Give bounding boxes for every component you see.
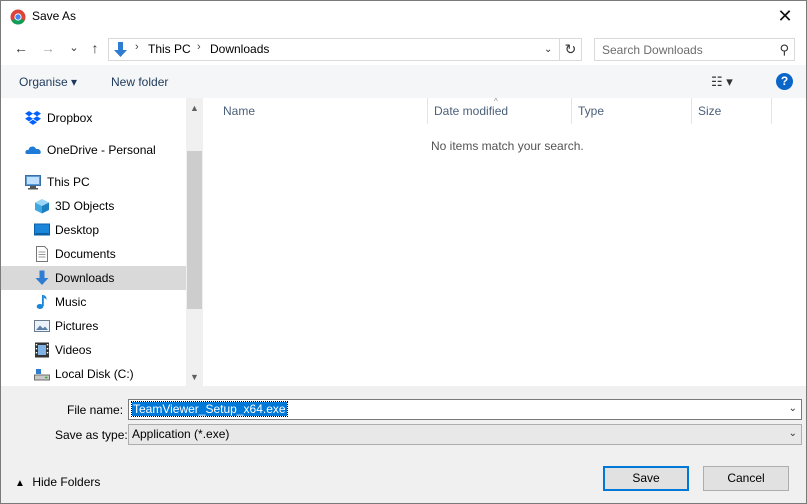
navigation-bar: ← → ⌄ ↑ › This PC › Downloads ⌄ ↻ Search… [1, 32, 806, 65]
column-header-type[interactable]: Type [572, 98, 692, 124]
empty-message: No items match your search. [431, 139, 584, 153]
file-list: Name ^ Date modified Type Size No items … [203, 97, 806, 386]
cube-icon [35, 199, 49, 214]
sidebar-item-pictures[interactable]: Pictures [1, 314, 186, 338]
drive-icon [34, 369, 50, 381]
sidebar-item-label: Local Disk (C:) [55, 367, 134, 381]
title-bar: Save As ✕ [1, 1, 806, 32]
view-options-icon[interactable]: ☷ ▾ [711, 74, 733, 90]
new-folder-button[interactable]: New folder [111, 75, 168, 89]
sidebar-item-label: Desktop [55, 223, 100, 237]
file-name-value: TeamViewer_Setup_x64.exe [131, 401, 288, 417]
pictures-icon [34, 320, 50, 332]
save-type-value: Application (*.exe) [132, 427, 230, 441]
navigation-pane-scrollbar[interactable]: ▲ ▼ [186, 98, 203, 386]
back-arrow-icon[interactable]: ← [11, 38, 31, 58]
navigation-pane: Dropbox OneDrive - Personal This PC 3D O… [1, 98, 186, 386]
file-name-label: File name: [67, 403, 124, 417]
computer-icon [25, 175, 41, 190]
sidebar-item-music[interactable]: Music [1, 290, 186, 314]
sidebar-item-label: Dropbox [47, 111, 93, 125]
sidebar-item-downloads[interactable]: Downloads [1, 266, 186, 290]
sidebar-item-3d-objects[interactable]: 3D Objects [1, 194, 186, 218]
recent-locations-chevron-icon[interactable]: ⌄ [64, 38, 84, 58]
scroll-down-icon[interactable]: ▼ [188, 370, 201, 384]
chevron-up-icon: ▲ [15, 478, 25, 489]
column-header-date-modified[interactable]: ^ Date modified [428, 97, 572, 124]
column-label: Size [698, 104, 722, 118]
breadcrumb-this-pc[interactable]: This PC [148, 42, 191, 56]
hide-folders-label: Hide Folders [32, 475, 101, 489]
file-name-dropdown-chevron-icon[interactable]: ⌄ [789, 403, 797, 414]
search-input[interactable]: Search Downloads ⚲ [594, 38, 795, 61]
sidebar-item-label: Documents [55, 247, 116, 261]
cancel-button[interactable]: Cancel [703, 466, 789, 491]
videos-icon [35, 342, 49, 358]
sidebar-item-onedrive[interactable]: OneDrive - Personal [1, 138, 186, 162]
file-name-input[interactable]: TeamViewer_Setup_x64.exe ⌄ [128, 399, 802, 420]
desktop-icon [34, 223, 50, 236]
save-as-dialog: Save As ✕ ← → ⌄ ↑ › This PC › Downloads … [0, 0, 807, 504]
window-title: Save As [32, 9, 77, 23]
address-bar[interactable]: › This PC › Downloads ⌄ [108, 38, 560, 61]
sidebar-item-videos[interactable]: Videos [1, 338, 186, 362]
chrome-icon [10, 9, 26, 25]
scroll-up-icon[interactable]: ▲ [188, 101, 201, 115]
save-type-label: Save as type: [55, 428, 128, 442]
search-placeholder: Search Downloads [602, 43, 703, 57]
address-dropdown-chevron-icon[interactable]: ⌄ [544, 44, 552, 55]
dropbox-icon [25, 111, 41, 125]
onedrive-icon [25, 146, 41, 154]
sidebar-item-label: This PC [47, 175, 90, 189]
sidebar-item-label: Pictures [55, 319, 99, 333]
up-arrow-icon[interactable]: ↑ [85, 38, 105, 58]
column-label: Name [223, 104, 256, 118]
music-icon [36, 295, 47, 309]
sidebar-item-label: Music [55, 295, 87, 309]
save-options-panel: File name: TeamViewer_Setup_x64.exe ⌄ Sa… [1, 386, 806, 503]
command-toolbar: Organise ▾ New folder ☷ ▾ ? [1, 65, 806, 98]
close-icon[interactable]: ✕ [772, 4, 798, 30]
column-label: Type [578, 104, 605, 118]
organise-menu-button[interactable]: Organise ▾ [19, 75, 77, 89]
downloads-icon [35, 270, 49, 285]
sidebar-item-documents[interactable]: Documents [1, 242, 186, 266]
save-type-select[interactable]: Application (*.exe) ⌄ [128, 424, 802, 445]
save-button[interactable]: Save [603, 466, 689, 491]
sidebar-item-dropbox[interactable]: Dropbox [1, 106, 186, 130]
refresh-icon[interactable]: ↻ [560, 38, 582, 61]
column-header-size[interactable]: Size [692, 98, 772, 124]
documents-icon [36, 246, 48, 262]
sidebar-item-label: Videos [55, 343, 92, 357]
sidebar-item-desktop[interactable]: Desktop [1, 218, 186, 242]
scrollbar-thumb[interactable] [187, 151, 202, 309]
forward-arrow-icon[interactable]: → [38, 38, 58, 58]
search-icon: ⚲ [779, 42, 789, 57]
sidebar-item-local-disk[interactable]: Local Disk (C:) [1, 362, 186, 386]
sidebar-item-label: Downloads [55, 271, 115, 285]
help-icon[interactable]: ? [776, 73, 793, 90]
sidebar-item-this-pc[interactable]: This PC [1, 170, 186, 194]
breadcrumb-downloads[interactable]: Downloads [210, 42, 269, 56]
breadcrumb-separator-icon: › [197, 41, 201, 53]
hide-folders-button[interactable]: ▲ Hide Folders [15, 475, 100, 489]
sidebar-item-label: OneDrive - Personal [47, 143, 156, 157]
breadcrumb-separator-icon: › [135, 41, 139, 53]
sidebar-item-label: 3D Objects [55, 199, 115, 213]
save-type-dropdown-chevron-icon[interactable]: ⌄ [789, 428, 797, 439]
column-header-name[interactable]: Name [217, 98, 428, 124]
column-label: Date modified [434, 104, 509, 118]
downloads-arrow-icon [114, 42, 127, 57]
